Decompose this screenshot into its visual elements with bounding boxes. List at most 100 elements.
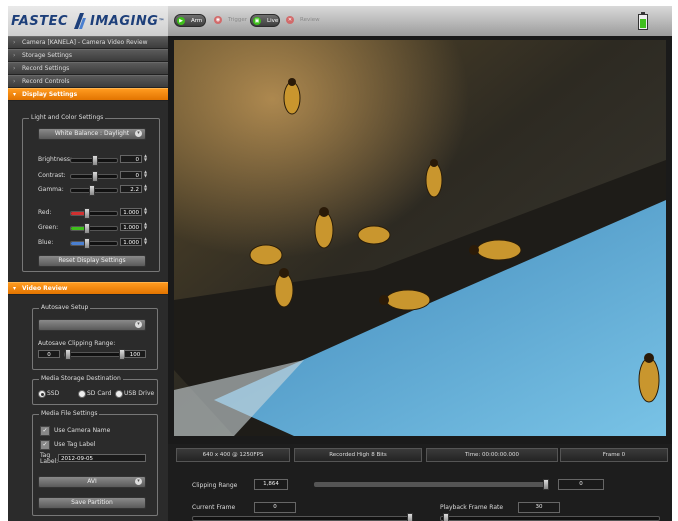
gamma-label: Gamma: [38, 186, 64, 193]
current-frame-knob[interactable] [407, 513, 413, 521]
red-fill [71, 212, 85, 215]
fastec-app: FASTEC IMAGING ™ Camera [KANELA] - Camer… [8, 6, 672, 521]
playback-rate-caption: Playback Frame Rate [440, 504, 504, 511]
trigger-label: Trigger [228, 17, 247, 23]
use-camera-name-label: Use Camera Name [54, 427, 111, 434]
top-toolbar: ▶ Arm ◉ Trigger ▣ Live ✕ Review [168, 6, 672, 36]
play-icon: ▶ [177, 17, 185, 25]
blue-knob[interactable] [84, 238, 90, 249]
autosave-group: Autosave Setup [32, 304, 158, 370]
playback-rate-knob[interactable] [443, 513, 449, 521]
brightness-knob[interactable] [92, 155, 98, 166]
gamma-spinner-icon[interactable]: ▲ ▼ [144, 184, 148, 193]
clip-end-field[interactable]: 100 [124, 350, 146, 358]
red-slider[interactable] [70, 208, 118, 219]
autosave-range-slider[interactable] [64, 349, 125, 360]
white-balance-dropdown[interactable]: White Balance : Daylight ▾ [38, 128, 146, 140]
clipping-range-start[interactable]: 1,864 [254, 479, 288, 490]
green-knob[interactable] [84, 223, 90, 234]
contrast-knob[interactable] [92, 171, 98, 182]
clipping-end-knob[interactable] [543, 479, 549, 490]
live-button[interactable]: ▣ Live [250, 14, 280, 27]
frame-status: Frame 0 [560, 448, 668, 462]
autosave-title: Autosave Setup [39, 304, 91, 311]
blue-value[interactable]: 1.000 [120, 238, 142, 246]
green-fill [71, 227, 85, 230]
current-frame-input[interactable]: 0 [254, 502, 296, 513]
blue-label: Blue: [38, 239, 54, 246]
contrast-label: Contrast: [38, 172, 66, 179]
dropdown-icon: ▾ [135, 321, 142, 328]
dest-ssd-label: SSD [47, 390, 60, 397]
light-color-title: Light and Color Settings [29, 114, 106, 121]
dest-sd-label: SD Card [87, 390, 112, 397]
brightness-spinner-icon[interactable]: ▲ ▼ [144, 154, 148, 163]
file-format-value: AVI [87, 478, 97, 485]
red-value[interactable]: 1.000 [120, 208, 142, 216]
brightness-slider[interactable] [70, 155, 118, 166]
save-partition-button[interactable]: Save Partition [38, 497, 146, 509]
red-knob[interactable] [84, 208, 90, 219]
tag-label-caption: Tag Label: [40, 452, 59, 465]
live-icon: ▣ [253, 17, 261, 25]
clip-start-field[interactable]: 0 [38, 350, 60, 358]
green-spinner-icon[interactable]: ▲ ▼ [144, 222, 148, 231]
section-camera[interactable]: Camera [KANELA] - Camera Video Review [8, 36, 168, 49]
review-label: Review [300, 17, 320, 23]
dest-usb-radio[interactable] [115, 390, 123, 398]
trigger-icon: ◉ [214, 16, 222, 24]
green-label: Green: [38, 224, 59, 231]
review-icon: ✕ [286, 16, 294, 24]
logo-mark-icon [74, 13, 86, 29]
playback-rate-slider[interactable] [440, 513, 660, 521]
blue-fill [71, 242, 85, 245]
contrast-value[interactable]: 0 [120, 171, 142, 179]
reset-display-button[interactable]: Reset Display Settings [38, 255, 146, 267]
time-status: Time: 00:00:00.000 [426, 448, 558, 462]
clipping-range-end[interactable]: 0 [558, 479, 604, 490]
section-record-controls[interactable]: Record Controls [8, 75, 168, 88]
gamma-value[interactable]: 2.2 [120, 185, 142, 193]
file-format-dropdown[interactable]: AVI ▾ [38, 476, 146, 488]
fastec-logo: FASTEC IMAGING ™ [8, 6, 168, 36]
dest-sd-radio[interactable] [78, 390, 86, 398]
logo-text-right: IMAGING [90, 13, 159, 29]
red-spinner-icon[interactable]: ▲ ▼ [144, 207, 148, 216]
logo-text-left: FASTEC [11, 13, 68, 29]
blue-slider[interactable] [70, 238, 118, 249]
autosave-dropdown[interactable]: ▾ [38, 319, 146, 331]
green-value[interactable]: 1.000 [120, 223, 142, 231]
status-panel: 640 x 400 @ 1250FPS Recorded High 8 Bits… [168, 444, 672, 521]
contrast-spinner-icon[interactable]: ▲ ▼ [144, 170, 148, 179]
live-label: Live [267, 18, 279, 24]
video-preview[interactable] [174, 40, 666, 436]
red-label: Red: [38, 209, 52, 216]
dest-ssd-radio[interactable] [38, 390, 46, 398]
trigger-button[interactable]: ◉ Trigger [212, 14, 250, 27]
blue-spinner-icon[interactable]: ▲ ▼ [144, 237, 148, 246]
section-storage-settings[interactable]: Storage Settings [8, 49, 168, 62]
section-record-settings[interactable]: Record Settings [8, 62, 168, 75]
dropdown-icon: ▾ [135, 130, 142, 137]
review-button[interactable]: ✕ Review [284, 14, 322, 27]
white-balance-label: White Balance : Daylight [54, 130, 130, 137]
contrast-slider[interactable] [70, 171, 118, 182]
dest-usb-label: USB Drive [124, 390, 155, 397]
range-start-knob[interactable] [65, 349, 71, 360]
section-video-review[interactable]: Video Review [8, 282, 168, 295]
gamma-knob[interactable] [89, 185, 95, 196]
use-camera-name-checkbox[interactable]: ✓ [40, 426, 50, 436]
playback-rate-input[interactable]: 30 [518, 502, 560, 513]
resolution-status: 640 x 400 @ 1250FPS [176, 448, 290, 462]
tag-label-input[interactable]: 2012-09-05 [58, 454, 146, 462]
use-tag-label-checkbox[interactable]: ✓ [40, 440, 50, 450]
current-frame-slider[interactable] [192, 513, 413, 521]
gamma-slider[interactable] [70, 185, 118, 196]
brightness-value[interactable]: 0 [120, 155, 142, 163]
current-frame-caption: Current Frame [192, 504, 236, 511]
use-tag-label-label: Use Tag Label [54, 441, 96, 448]
section-display-settings[interactable]: Display Settings [8, 88, 168, 101]
clipping-range-slider[interactable] [314, 479, 549, 490]
arm-button[interactable]: ▶ Arm [174, 14, 206, 27]
green-slider[interactable] [70, 223, 118, 234]
